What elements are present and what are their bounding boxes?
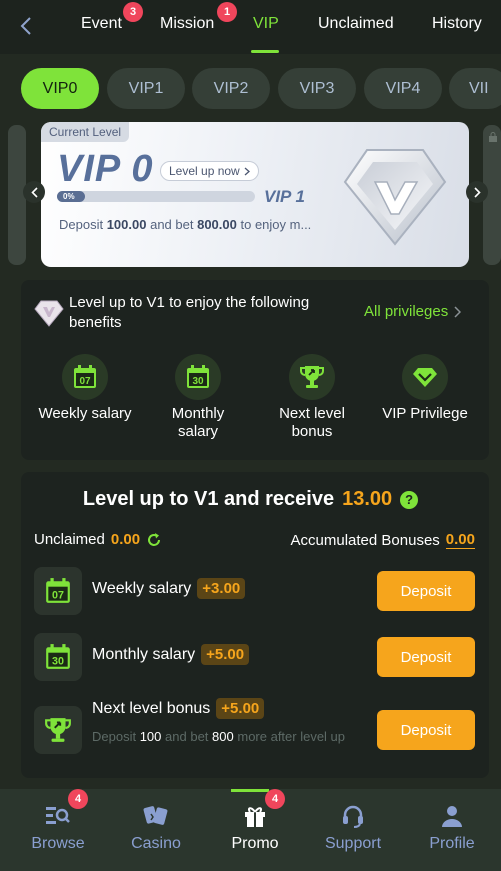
calendar-icon: 30 — [175, 354, 221, 400]
reward-title: Monthly salary — [92, 645, 196, 663]
reward-title: Weekly salary — [92, 579, 192, 597]
reward-requirement-text: Deposit 100 and bet 800 more after level… — [92, 729, 346, 744]
help-icon[interactable]: ? — [400, 490, 419, 509]
benefit-label: Next level bonus — [279, 405, 345, 440]
calendar-icon: 07 — [34, 567, 82, 615]
level-up-now-button[interactable]: Level up now — [160, 161, 259, 181]
svg-text:07: 07 — [52, 590, 64, 602]
headset-icon — [341, 803, 365, 829]
accumulated-summary: Accumulated Bonuses 0.00 — [291, 531, 475, 549]
nav-support[interactable]: Support — [308, 789, 398, 871]
tab-event[interactable]: Event — [81, 15, 122, 33]
benefit-weekly-salary[interactable]: 07 Weekly salary — [25, 354, 145, 423]
reward-amount: +5.00 — [216, 698, 265, 719]
deposit-button[interactable]: Deposit — [377, 637, 475, 677]
browse-badge: 4 — [68, 789, 88, 809]
receive-title-text: Level up to V1 and receive — [82, 488, 335, 510]
nav-casino[interactable]: Casino — [111, 789, 201, 871]
benefit-label: VIP Privilege — [382, 405, 468, 422]
benefit-vip-privilege[interactable]: VIP Privilege — [365, 354, 485, 423]
cards-icon — [143, 803, 169, 829]
trophy-icon — [34, 706, 82, 754]
vip-chip-4[interactable]: VIP4 — [364, 68, 442, 109]
calendar-icon: 07 — [62, 354, 108, 400]
tab-mission[interactable]: Mission — [160, 15, 214, 33]
current-vip-level: VIP 0 — [57, 148, 154, 190]
reward-amount: +5.00 — [201, 644, 250, 665]
reward-title: Next level bonus — [92, 699, 211, 717]
active-tab-indicator — [251, 50, 279, 53]
reward-row-monthly: Monthly salary +5.00 — [92, 644, 250, 665]
level-requirement-text: Deposit 100.00 and bet 800.00 to enjoy m… — [59, 217, 312, 232]
trophy-icon — [289, 354, 335, 400]
person-icon — [441, 803, 463, 829]
refresh-icon[interactable] — [146, 532, 162, 548]
promo-badge: 4 — [265, 789, 285, 809]
svg-text:07: 07 — [79, 376, 91, 387]
diamond-icon — [34, 298, 64, 328]
nav-browse[interactable]: Browse — [13, 789, 103, 871]
nav-promo[interactable]: Promo — [210, 789, 300, 871]
deposit-button[interactable]: Deposit — [377, 571, 475, 611]
tab-unclaimed[interactable]: Unclaimed — [318, 15, 394, 33]
mission-badge: 1 — [217, 2, 237, 22]
nav-label: Casino — [131, 835, 181, 852]
diamond-icon — [402, 354, 448, 400]
vip-chip-1[interactable]: VIP1 — [107, 68, 185, 109]
next-vip-level: VIP 1 — [264, 187, 305, 206]
unclaimed-summary: Unclaimed 0.00 — [34, 531, 162, 548]
carousel-prev-button[interactable] — [23, 181, 45, 203]
all-privileges-link[interactable]: All privileges — [364, 303, 462, 320]
current-level-card: Current Level VIP 0 Level up now 0% VIP … — [41, 122, 469, 267]
benefit-label: Monthly salary — [171, 405, 225, 440]
accumulated-label: Accumulated Bonuses — [290, 531, 440, 549]
browse-icon — [45, 803, 71, 829]
calendar-icon: 30 — [34, 633, 82, 681]
nav-profile[interactable]: Profile — [407, 789, 497, 871]
benefit-next-level-bonus[interactable]: Next level bonus — [252, 354, 372, 441]
reward-row-next-level: Next level bonus +5.00 — [92, 698, 265, 719]
progress-fill: 0% — [57, 191, 85, 202]
tab-vip[interactable]: VIP — [253, 15, 279, 33]
chevron-right-icon — [473, 186, 481, 198]
current-level-tag: Current Level — [41, 122, 130, 142]
unclaimed-value: 0.00 — [110, 531, 141, 548]
lock-icon — [489, 132, 497, 142]
receive-title: Level up to V1 and receive 13.00 ? — [0, 488, 501, 511]
benefits-title: Level up to V1 to enjoy the following be… — [69, 294, 310, 331]
vip-chip-2[interactable]: VIP2 — [192, 68, 270, 109]
vip-badge-icon — [339, 142, 451, 250]
svg-text:30: 30 — [52, 656, 64, 668]
chevron-left-icon — [30, 186, 38, 198]
vip-chip-5[interactable]: VII — [449, 68, 501, 109]
nav-label: Support — [324, 835, 382, 852]
reward-amount: +3.00 — [197, 578, 246, 599]
chevron-right-icon — [244, 167, 250, 175]
receive-amount: 13.00 — [342, 488, 393, 510]
tab-history[interactable]: History — [432, 15, 482, 33]
svg-text:30: 30 — [192, 376, 204, 387]
level-up-now-label: Level up now — [169, 164, 240, 178]
chevron-right-icon — [454, 305, 462, 318]
benefit-label: Weekly salary — [38, 405, 132, 422]
deposit-button[interactable]: Deposit — [377, 710, 475, 750]
unclaimed-label: Unclaimed — [34, 531, 105, 548]
back-icon[interactable] — [20, 14, 38, 38]
nav-label: Promo — [231, 835, 279, 852]
gift-icon — [243, 803, 267, 829]
bottom-nav: Browse 4 Casino Promo 4 Support Profile — [0, 789, 501, 871]
vip-chip-3[interactable]: VIP3 — [278, 68, 356, 109]
carousel-next-button[interactable] — [466, 181, 488, 203]
level-progress-bar: 0% — [57, 191, 255, 202]
all-privileges-label: All privileges — [364, 303, 449, 320]
vip-chip-0[interactable]: VIP0 — [21, 68, 99, 109]
nav-label: Browse — [31, 835, 85, 852]
accumulated-value[interactable]: 0.00 — [445, 531, 475, 549]
benefit-monthly-salary[interactable]: 30 Monthly salary — [138, 354, 258, 441]
reward-row-weekly: Weekly salary +3.00 — [92, 578, 246, 599]
nav-label: Profile — [429, 835, 475, 852]
top-nav: Event 3 Mission 1 VIP Unclaimed History — [0, 0, 501, 54]
event-badge: 3 — [123, 2, 143, 22]
